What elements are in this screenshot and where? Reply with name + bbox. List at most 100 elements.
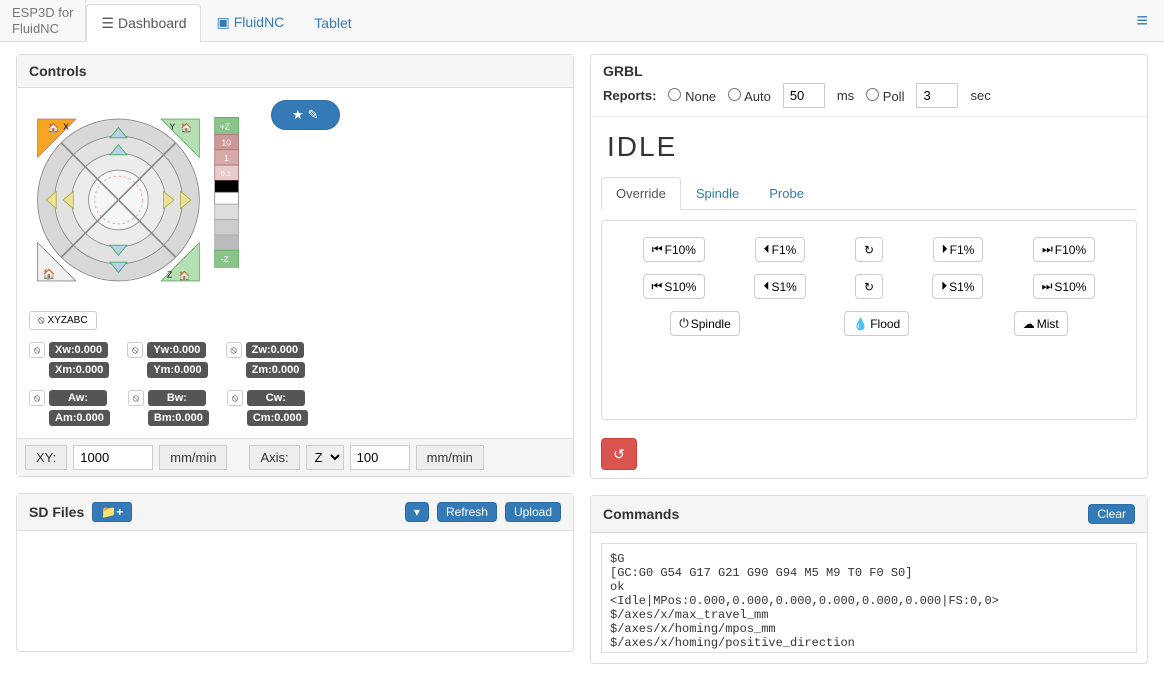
svg-text:🏠: 🏠 <box>43 269 56 281</box>
z-step-10-down[interactable] <box>215 235 239 250</box>
sd-filter-button[interactable]: ▾ <box>405 502 429 522</box>
folder-plus-icon: 📁+ <box>101 505 123 519</box>
pos-zw: Zw:0.000 <box>246 342 304 358</box>
grbl-reset-button[interactable]: ↺ <box>601 438 637 470</box>
spindle-reset[interactable]: ↻ <box>855 274 883 299</box>
tab-fluidnc[interactable]: ▣FluidNC <box>201 3 299 41</box>
star-icon: ★ <box>292 107 304 123</box>
report-auto[interactable]: Auto <box>728 88 771 104</box>
sd-panel: SD Files 📁+ ▾ Refresh Upload <box>16 493 574 652</box>
svg-text:X: X <box>63 121 69 131</box>
subtab-override[interactable]: Override <box>601 177 681 210</box>
sd-refresh-button[interactable]: Refresh <box>437 502 497 522</box>
fast-forward-icon: ⏭ <box>1042 242 1053 257</box>
filter-icon: ▾ <box>414 505 420 519</box>
subtab-spindle[interactable]: Spindle <box>681 177 754 210</box>
feed-plus-1[interactable]: ⏵ F1% <box>933 237 984 262</box>
dashboard-icon: ☰ <box>101 15 114 31</box>
tab-tablet[interactable]: Tablet <box>299 4 366 41</box>
xy-unit: mm/min <box>159 445 227 470</box>
report-none[interactable]: None <box>668 88 716 104</box>
xy-feed-input[interactable] <box>73 445 153 470</box>
svg-text:+Z: +Z <box>220 121 230 131</box>
z-step-01-down[interactable] <box>215 204 239 219</box>
controls-header: Controls <box>17 55 573 88</box>
svg-text:1: 1 <box>224 153 229 163</box>
sd-file-list <box>17 531 573 651</box>
report-poll[interactable]: Poll <box>866 88 904 104</box>
z-feed-input[interactable] <box>350 445 410 470</box>
refresh-icon: ↻ <box>864 280 874 294</box>
pos-ym: Ym:0.000 <box>147 362 207 378</box>
pencil-icon: ✎ <box>308 107 319 123</box>
pos-zm: Zm:0.000 <box>246 362 306 378</box>
svg-text:Z: Z <box>167 270 172 280</box>
pos-am: Am:0.000 <box>49 410 110 426</box>
step-back-icon: ⏴ <box>763 279 769 294</box>
spindle-toggle[interactable]: ⏻Spindle <box>670 311 740 336</box>
zero-a-button[interactable]: ⦸ <box>29 390 45 406</box>
flood-toggle[interactable]: 💧Flood <box>844 311 909 336</box>
controls-panel: Controls <box>16 54 574 477</box>
zero-xyzabc-button[interactable]: ⦸XYZABC <box>29 311 97 330</box>
zero-x-button[interactable]: ⦸ <box>29 342 45 358</box>
zero-icon: ⦸ <box>38 315 45 326</box>
pos-yw: Yw:0.000 <box>147 342 206 358</box>
feed-reset[interactable]: ↻ <box>855 237 883 262</box>
auto-unit: ms <box>837 88 854 103</box>
commands-clear-button[interactable]: Clear <box>1088 504 1135 524</box>
zero-c-button[interactable]: ⦸ <box>227 390 243 406</box>
feed-minus-10[interactable]: ⏮F10% <box>643 237 705 262</box>
jog-z-minus[interactable]: -Z <box>215 250 239 267</box>
feed-plus-10[interactable]: ⏭F10% <box>1033 237 1095 262</box>
cloud-icon: ☁ <box>1023 317 1035 331</box>
xy-label: XY: <box>25 445 67 470</box>
z-mid-black <box>215 180 239 192</box>
menu-button[interactable]: ≡ <box>1120 0 1164 41</box>
pos-cm: Cm:0.000 <box>247 410 308 426</box>
jog-z-plus[interactable]: +Z <box>215 117 239 134</box>
grbl-status: Idle <box>591 117 1147 177</box>
macro-edit-button[interactable]: ★✎ <box>271 100 340 130</box>
axis-select[interactable]: Z <box>306 445 344 470</box>
sd-upload-button[interactable]: Upload <box>505 502 561 522</box>
svg-text:Y: Y <box>170 121 176 131</box>
zero-y-button[interactable]: ⦸ <box>127 342 143 358</box>
jog-control[interactable]: 🏠X Y🏠 🏠 Z🏠 +Z 10 1 0.1 <box>29 100 259 300</box>
spindle-plus-1[interactable]: ⏵ S1% <box>932 274 983 299</box>
zero-z-button[interactable]: ⦸ <box>226 342 242 358</box>
commands-log[interactable]: $G [GC:G0 G54 G17 G21 G90 G94 M5 M9 T0 F… <box>601 543 1137 653</box>
subtab-probe[interactable]: Probe <box>754 177 819 210</box>
axis-label: Axis: <box>249 445 299 470</box>
fast-rewind-icon: ⏮ <box>652 279 663 294</box>
svg-text:🏠: 🏠 <box>48 122 60 134</box>
grbl-title: GRBL <box>603 63 1135 79</box>
tab-dashboard[interactable]: ☰Dashboard <box>86 4 201 42</box>
zero-b-button[interactable]: ⦸ <box>128 390 144 406</box>
step-forward-icon: ⏵ <box>942 242 948 257</box>
sd-title: SD Files <box>29 504 84 520</box>
commands-title: Commands <box>603 506 679 522</box>
z-step-1-down[interactable] <box>215 220 239 235</box>
pos-bm: Bm:0.000 <box>148 410 209 426</box>
droplet-icon: 💧 <box>853 317 868 331</box>
spindle-minus-10[interactable]: ⏮S10% <box>643 274 706 299</box>
svg-text:🏠: 🏠 <box>181 122 193 134</box>
spindle-plus-10[interactable]: ⏭S10% <box>1033 274 1096 299</box>
spindle-minus-1[interactable]: ⏴ S1% <box>754 274 805 299</box>
auto-interval-input[interactable] <box>783 83 825 108</box>
poll-interval-input[interactable] <box>916 83 958 108</box>
poll-unit: sec <box>970 88 990 103</box>
svg-text:10: 10 <box>222 137 232 147</box>
power-icon: ⏻ <box>679 316 689 331</box>
pos-xw: Xw:0.000 <box>49 342 108 358</box>
fast-forward-icon: ⏭ <box>1042 279 1053 294</box>
pos-xm: Xm:0.000 <box>49 362 109 378</box>
svg-text:-Z: -Z <box>221 254 229 264</box>
step-forward-icon: ⏵ <box>941 279 947 294</box>
svg-text:0.1: 0.1 <box>221 169 232 178</box>
sd-folder-button[interactable]: 📁+ <box>92 502 132 522</box>
feed-minus-1[interactable]: ⏴ F1% <box>755 237 806 262</box>
mist-toggle[interactable]: ☁Mist <box>1014 311 1068 336</box>
svg-text:🏠: 🏠 <box>179 270 191 282</box>
